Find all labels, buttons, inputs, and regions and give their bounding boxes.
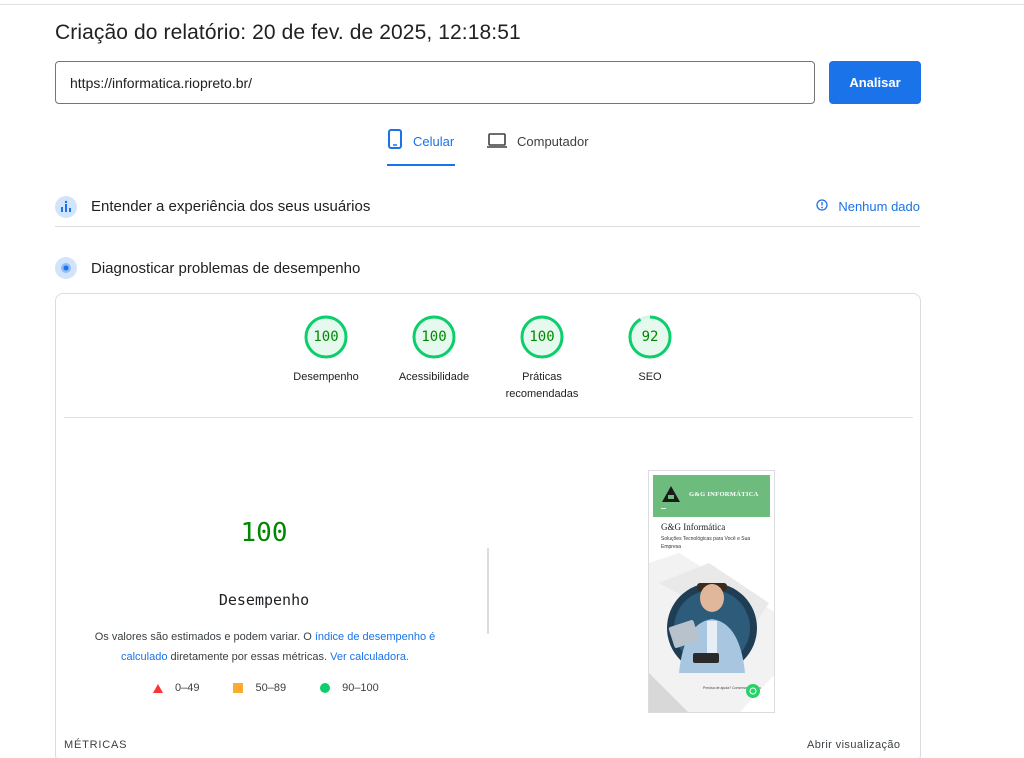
gauge-score: 100 [421,329,447,345]
gauge-ring: 92 [627,314,673,360]
divider [64,417,913,418]
diag-section-title: Diagnosticar problemas de desempenho [91,259,361,277]
legend-range: 0–49 [175,682,200,694]
preview-header: G&G INFORMÁTICA [653,475,770,517]
legend-item-fail: 0–49 [153,682,199,694]
circle-icon [320,683,331,693]
menu-icon [661,508,666,509]
legend-item-pass: 90–100 [320,682,379,694]
performance-description: Os valores são estimados e podem variar.… [85,627,445,667]
desc-text: Os valores são estimados e podem variar.… [94,631,315,643]
gauge-ring: 100 [303,314,349,360]
gauge-label: SEO [638,371,662,383]
legend-range: 90–100 [342,682,379,694]
square-icon [233,683,244,693]
expand-view-toggle[interactable]: Abrir visualização [807,739,900,751]
tab-desktop-label: Computador [517,134,589,149]
smartphone-icon [387,128,403,153]
gauge-score: 100 [313,329,339,345]
triangle-icon [153,683,163,693]
tab-mobile[interactable]: Celular [387,128,455,166]
performance-label: Desempenho [218,591,310,609]
ux-section-title: Entender a experiência dos seus usuários [91,198,371,215]
desc-text: diretamente por essas métricas. [167,651,331,663]
page-screenshot-thumbnail[interactable]: G&G INFORMÁTICA G&G Informática Soluções… [648,470,775,713]
gauge-score: 92 [641,329,659,345]
preview-title: G&G Informática [661,522,726,532]
url-input[interactable] [55,61,815,104]
performance-score: 100 [240,518,288,548]
speedometer-icon [55,257,77,279]
tab-mobile-label: Celular [413,134,455,149]
logo-icon [661,485,681,503]
gauge-seo[interactable]: 92 SEO [595,314,705,386]
whatsapp-icon [746,684,760,698]
preview-subtitle: Soluções Tecnológicas para Você e Sua Em… [661,536,751,550]
metrics-header: MÉTRICAS [64,739,128,751]
ux-section-header: Entender a experiência dos seus usuários… [55,187,920,227]
no-data-label: Nenhum dado [838,199,920,214]
gauge-ring: 100 [519,314,565,360]
preview-brand: G&G INFORMÁTICA [689,491,759,498]
score-legend: 0–49 50–89 90–100 [153,682,413,694]
legend-range: 50–89 [255,682,287,694]
gauge-best-practices[interactable]: 100 Práticas recomendadas [487,314,597,403]
vertical-divider [487,548,489,634]
calculator-link[interactable]: Ver calculadora. [330,651,409,663]
no-data-status[interactable]: Nenhum dado [816,199,920,214]
info-icon [816,199,828,214]
report-title: Criação do relatório: 20 de fev. de 2025… [55,21,521,44]
legend-item-average: 50–89 [233,682,286,694]
gauge-label: Práticas recomendadas [505,371,579,400]
diag-section-header: Diagnosticar problemas de desempenho [55,256,920,280]
gauge-label: Acessibilidade [398,371,470,383]
analyze-button[interactable]: Analisar [829,61,921,104]
people-chart-icon [55,195,77,218]
gauge-ring: 100 [411,314,457,360]
gauge-label: Desempenho [293,371,359,383]
gauge-accessibility[interactable]: 100 Acessibilidade [379,314,489,386]
laptop-icon [487,128,507,153]
tab-desktop[interactable]: Computador [487,128,589,166]
top-border [0,4,1024,5]
gauge-score: 100 [529,329,555,345]
gauge-performance[interactable]: 100 Desempenho [271,314,381,386]
